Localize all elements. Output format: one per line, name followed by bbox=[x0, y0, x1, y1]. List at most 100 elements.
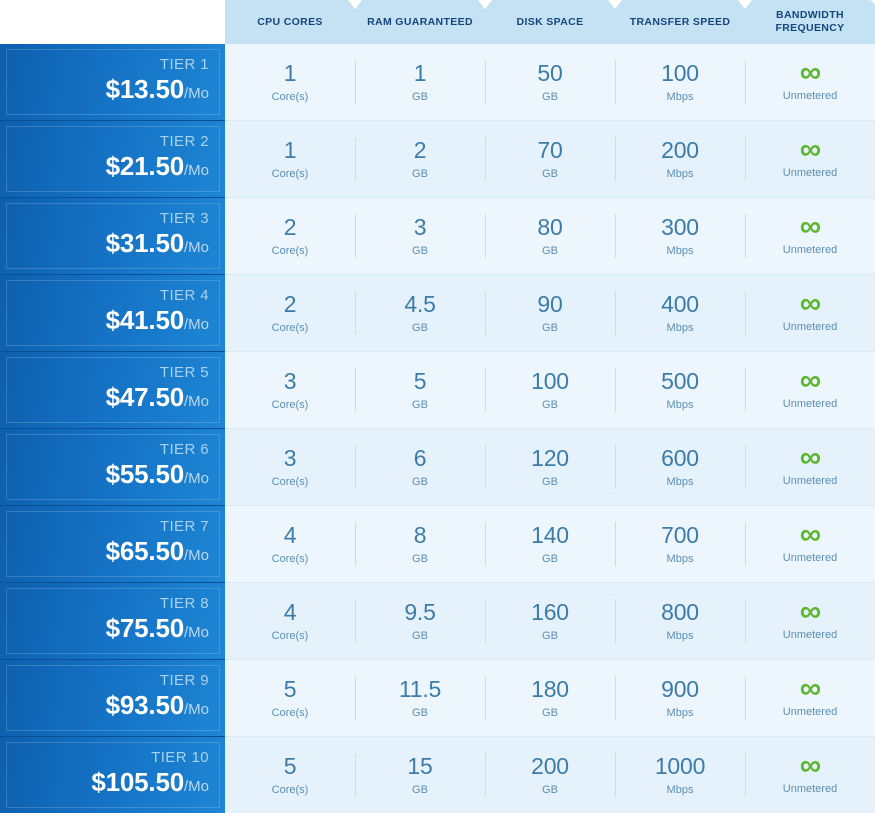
spec-cell-ram: 3 GB bbox=[355, 198, 485, 274]
spec-value: 70 bbox=[537, 136, 563, 163]
tier-plan-cell[interactable]: TIER 5 $47.50/Mo bbox=[0, 352, 225, 429]
infinity-icon: ∞ bbox=[799, 672, 821, 705]
spec-value: 800 bbox=[661, 598, 699, 625]
spec-cell-transfer: 200 Mbps bbox=[615, 121, 745, 197]
table-header-row: CPU CORES RAM GUARANTEED DISK SPACE TRANSFE… bbox=[0, 0, 875, 44]
table-row[interactable]: TIER 5 $47.50/Mo 3 Core(s) 5 GB 100 GB 500 Mbps ∞ U… bbox=[0, 352, 875, 429]
spec-unit-label: Unmetered bbox=[782, 475, 838, 487]
spec-cell-disk: 200 GB bbox=[485, 737, 615, 813]
spec-cell-disk: 80 GB bbox=[485, 198, 615, 274]
spec-cell-transfer: 500 Mbps bbox=[615, 352, 745, 428]
spec-cell-ram: 1 GB bbox=[355, 44, 485, 120]
spec-cell-transfer: 1000 Mbps bbox=[615, 737, 745, 813]
tier-plan-cell[interactable]: TIER 3 $31.50/Mo bbox=[0, 198, 225, 275]
column-header-bandwidth[interactable]: BANDWIDTH FREQUENCY bbox=[738, 0, 875, 44]
spec-unit-label: Mbps bbox=[666, 90, 694, 103]
spec-cell-ram: 5 GB bbox=[355, 352, 485, 428]
spec-unit-label: Mbps bbox=[666, 398, 694, 411]
spec-value: 8 bbox=[413, 521, 427, 548]
spec-cell-cpu: 1 Core(s) bbox=[225, 121, 355, 197]
table-row[interactable]: TIER 7 $65.50/Mo 4 Core(s) 8 GB 140 GB 700 Mbps ∞ U… bbox=[0, 506, 875, 583]
spec-unit-label: Mbps bbox=[666, 783, 694, 796]
spec-unit-label: Mbps bbox=[666, 706, 694, 719]
spec-value: 5 bbox=[413, 367, 427, 394]
spec-value: 5 bbox=[283, 675, 297, 702]
column-header-ram[interactable]: RAM GUARANTEED bbox=[348, 0, 485, 44]
spec-unit-label: GB bbox=[542, 706, 558, 719]
tier-plan-cell[interactable]: TIER 4 $41.50/Mo bbox=[0, 275, 225, 352]
spec-unit-label: Mbps bbox=[666, 552, 694, 565]
spec-cell-bandwidth: ∞ Unmetered bbox=[745, 737, 875, 813]
spec-cell-cpu: 3 Core(s) bbox=[225, 429, 355, 505]
spec-value: 160 bbox=[531, 598, 569, 625]
spec-cell-bandwidth: ∞ Unmetered bbox=[745, 44, 875, 120]
table-row[interactable]: TIER 10 $105.50/Mo 5 Core(s) 15 GB 200 GB 1000 Mb… bbox=[0, 737, 875, 813]
spec-cell-disk: 70 GB bbox=[485, 121, 615, 197]
tier-plan-cell[interactable]: TIER 6 $55.50/Mo bbox=[0, 429, 225, 506]
table-row[interactable]: TIER 9 $93.50/Mo 5 Core(s) 11.5 GB 180 GB 900 Mbp… bbox=[0, 660, 875, 737]
column-header-transfer[interactable]: TRANSFER SPEED bbox=[608, 0, 745, 44]
tier-price-line: $65.50/Mo bbox=[106, 536, 209, 571]
tier-price-amount: $93.50 bbox=[105, 690, 185, 720]
spec-unit-label: Mbps bbox=[666, 244, 694, 257]
table-row[interactable]: TIER 8 $75.50/Mo 4 Core(s) 9.5 GB 160 GB 800 Mbps… bbox=[0, 583, 875, 660]
spec-value: 180 bbox=[531, 675, 569, 702]
spec-value: 600 bbox=[661, 444, 699, 471]
tier-plan-cell[interactable]: TIER 2 $21.50/Mo bbox=[0, 121, 225, 198]
table-row[interactable]: TIER 1 $13.50/Mo 1 Core(s) 1 GB 50 GB 100 Mbps ∞ Un… bbox=[0, 44, 875, 121]
spec-cell-transfer: 900 Mbps bbox=[615, 660, 745, 736]
spec-unit-label: GB bbox=[542, 629, 558, 642]
tier-name-label: TIER 4 bbox=[159, 287, 209, 304]
spec-value: 3 bbox=[283, 367, 297, 394]
spec-value: 6 bbox=[413, 444, 427, 471]
tier-price-period: /Mo bbox=[183, 316, 209, 333]
spec-cell-cpu: 4 Core(s) bbox=[225, 583, 355, 659]
tier-plan-cell[interactable]: TIER 8 $75.50/Mo bbox=[0, 583, 225, 660]
spec-value: 4 bbox=[283, 521, 297, 548]
spec-unit-label: GB bbox=[412, 783, 428, 796]
table-row[interactable]: TIER 2 $21.50/Mo 1 Core(s) 2 GB 70 GB 200 Mbps ∞ Un… bbox=[0, 121, 875, 198]
spec-unit-label: GB bbox=[542, 167, 558, 180]
tier-price-amount: $41.50 bbox=[105, 305, 185, 335]
column-header-disk[interactable]: DISK SPACE bbox=[478, 0, 615, 44]
infinity-icon: ∞ bbox=[799, 441, 821, 474]
tier-name-label: TIER 8 bbox=[159, 595, 209, 612]
spec-unit-label: Unmetered bbox=[782, 783, 838, 795]
spec-cell-cpu: 5 Core(s) bbox=[225, 660, 355, 736]
spec-unit-label: Mbps bbox=[666, 167, 694, 180]
spec-unit-label: Core(s) bbox=[271, 552, 309, 565]
column-header-cpu[interactable]: CPU CORES bbox=[225, 0, 355, 44]
table-row[interactable]: TIER 6 $55.50/Mo 3 Core(s) 6 GB 120 GB 600 Mbps ∞ U… bbox=[0, 429, 875, 506]
spec-unit-label: Unmetered bbox=[782, 706, 838, 718]
tier-name-label: TIER 3 bbox=[159, 210, 209, 227]
tier-price-amount: $47.50 bbox=[105, 382, 185, 412]
pricing-comparison-table: CPU CORES RAM GUARANTEED DISK SPACE TRANSFE… bbox=[0, 0, 875, 813]
tier-price-period: /Mo bbox=[183, 624, 209, 641]
spec-unit-label: GB bbox=[412, 552, 428, 565]
table-row[interactable]: TIER 3 $31.50/Mo 2 Core(s) 3 GB 80 GB 300 Mbps ∞ Un… bbox=[0, 198, 875, 275]
tier-plan-cell[interactable]: TIER 9 $93.50/Mo bbox=[0, 660, 225, 737]
column-header-label: DISK SPACE bbox=[516, 15, 584, 28]
spec-unit-label: GB bbox=[412, 398, 428, 411]
spec-cell-cpu: 3 Core(s) bbox=[225, 352, 355, 428]
tier-plan-cell[interactable]: TIER 10 $105.50/Mo bbox=[0, 737, 225, 813]
tier-plan-cell[interactable]: TIER 7 $65.50/Mo bbox=[0, 506, 225, 583]
spec-unit-label: Core(s) bbox=[271, 706, 309, 719]
spec-cells: 1 Core(s) 2 GB 70 GB 200 Mbps ∞ Unmetered bbox=[225, 121, 875, 198]
table-row[interactable]: TIER 4 $41.50/Mo 2 Core(s) 4.5 GB 90 GB 400 Mbps ∞… bbox=[0, 275, 875, 352]
infinity-icon: ∞ bbox=[799, 749, 821, 782]
tier-name-label: TIER 2 bbox=[159, 133, 209, 150]
spec-unit-label: Core(s) bbox=[271, 167, 309, 180]
spec-value: 1 bbox=[413, 59, 427, 86]
tier-plan-cell[interactable]: TIER 1 $13.50/Mo bbox=[0, 44, 225, 121]
infinity-icon: ∞ bbox=[799, 364, 821, 397]
spec-unit-label: Core(s) bbox=[271, 475, 309, 488]
spec-unit-label: Core(s) bbox=[271, 629, 309, 642]
tier-price-line: $47.50/Mo bbox=[106, 382, 209, 417]
spec-cell-disk: 160 GB bbox=[485, 583, 615, 659]
column-headers: CPU CORES RAM GUARANTEED DISK SPACE TRANSFE… bbox=[225, 0, 875, 44]
spec-value: 4 bbox=[283, 598, 297, 625]
spec-unit-label: Mbps bbox=[666, 629, 694, 642]
spec-cell-bandwidth: ∞ Unmetered bbox=[745, 583, 875, 659]
spec-unit-label: Unmetered bbox=[782, 552, 838, 564]
